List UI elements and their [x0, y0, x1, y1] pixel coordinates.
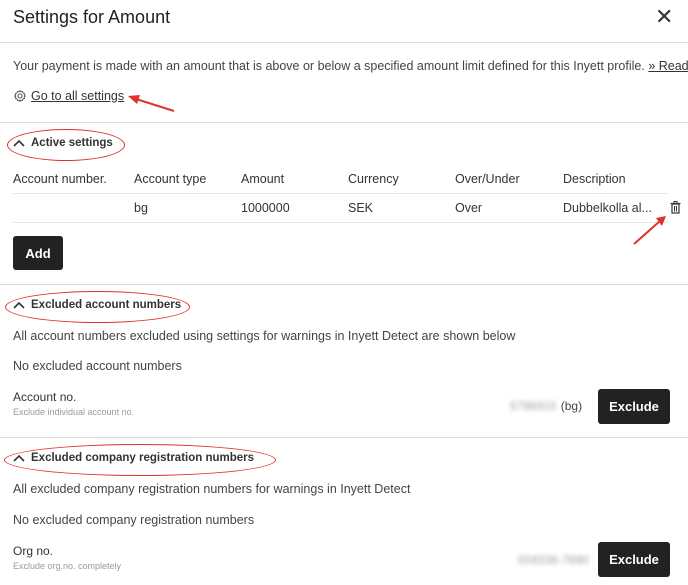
- excluded-accounts-toggle[interactable]: Excluded account numbers: [13, 299, 181, 311]
- section-description: All account numbers excluded using setti…: [13, 329, 516, 343]
- field-label: Org no.: [13, 544, 54, 558]
- intro-description: Your payment is made with an amount that…: [13, 59, 645, 73]
- column-header: Currency: [348, 172, 399, 186]
- table-row-divider: [13, 222, 668, 223]
- field-hint: Exclude org.no. completely: [13, 561, 122, 571]
- table-row: bg 1000000 SEK Over Dubbelkolla al...: [0, 194, 688, 222]
- trash-icon[interactable]: [670, 201, 681, 214]
- column-header: Description: [563, 172, 626, 186]
- cell-over-under: Over: [455, 201, 483, 215]
- section-description: All excluded company registration number…: [13, 482, 411, 496]
- section-heading: Excluded company registration numbers: [31, 452, 255, 464]
- annotation-arrow: [633, 216, 666, 245]
- chevron-up-icon: [13, 454, 25, 462]
- chevron-up-icon: [13, 139, 25, 147]
- divider: [0, 437, 688, 438]
- column-header: Account number.: [13, 172, 107, 186]
- divider: [0, 284, 688, 285]
- active-settings-toggle[interactable]: Active settings: [13, 137, 113, 149]
- annotation-arrow: [128, 95, 175, 112]
- chevron-up-icon: [13, 301, 25, 309]
- column-header: Amount: [241, 172, 285, 186]
- go-to-settings[interactable]: Go to all settings: [13, 89, 124, 103]
- masked-account-number: 5786915: [510, 399, 557, 413]
- empty-state-text: No excluded account numbers: [13, 359, 182, 373]
- close-icon[interactable]: ✕: [655, 6, 673, 28]
- cell-amount: 1000000: [241, 201, 290, 215]
- field-label: Account no.: [13, 390, 77, 404]
- column-header: Account type: [134, 172, 207, 186]
- dialog-title: Settings for Amount: [13, 7, 171, 27]
- exclude-account-button[interactable]: Exclude: [598, 389, 670, 424]
- section-heading: Excluded account numbers: [31, 299, 182, 311]
- divider: [0, 42, 688, 43]
- cell-account-type: bg: [134, 201, 148, 215]
- account-number-value: 5786915 (bg): [510, 399, 582, 413]
- settings-link[interactable]: Go to all settings: [31, 89, 124, 103]
- exclude-org-button[interactable]: Exclude: [598, 542, 670, 577]
- empty-state-text: No excluded company registration numbers: [13, 513, 255, 527]
- intro-text: Your payment is made with an amount that…: [13, 59, 688, 73]
- gear-icon: [14, 90, 26, 102]
- add-button[interactable]: Add: [13, 236, 63, 270]
- column-header: Over/Under: [455, 172, 520, 186]
- field-hint: Exclude individual account no.: [13, 407, 135, 417]
- masked-org-number: 559336-7690: [518, 553, 589, 567]
- cell-currency: SEK: [348, 201, 374, 215]
- excluded-orgs-toggle[interactable]: Excluded company registration numbers: [13, 452, 254, 464]
- read-more-link[interactable]: » Read more: [648, 59, 688, 73]
- divider: [0, 122, 688, 123]
- cell-description: Dubbelkolla al...: [563, 201, 652, 215]
- section-heading: Active settings: [31, 137, 113, 149]
- account-type-suffix: (bg): [560, 399, 583, 413]
